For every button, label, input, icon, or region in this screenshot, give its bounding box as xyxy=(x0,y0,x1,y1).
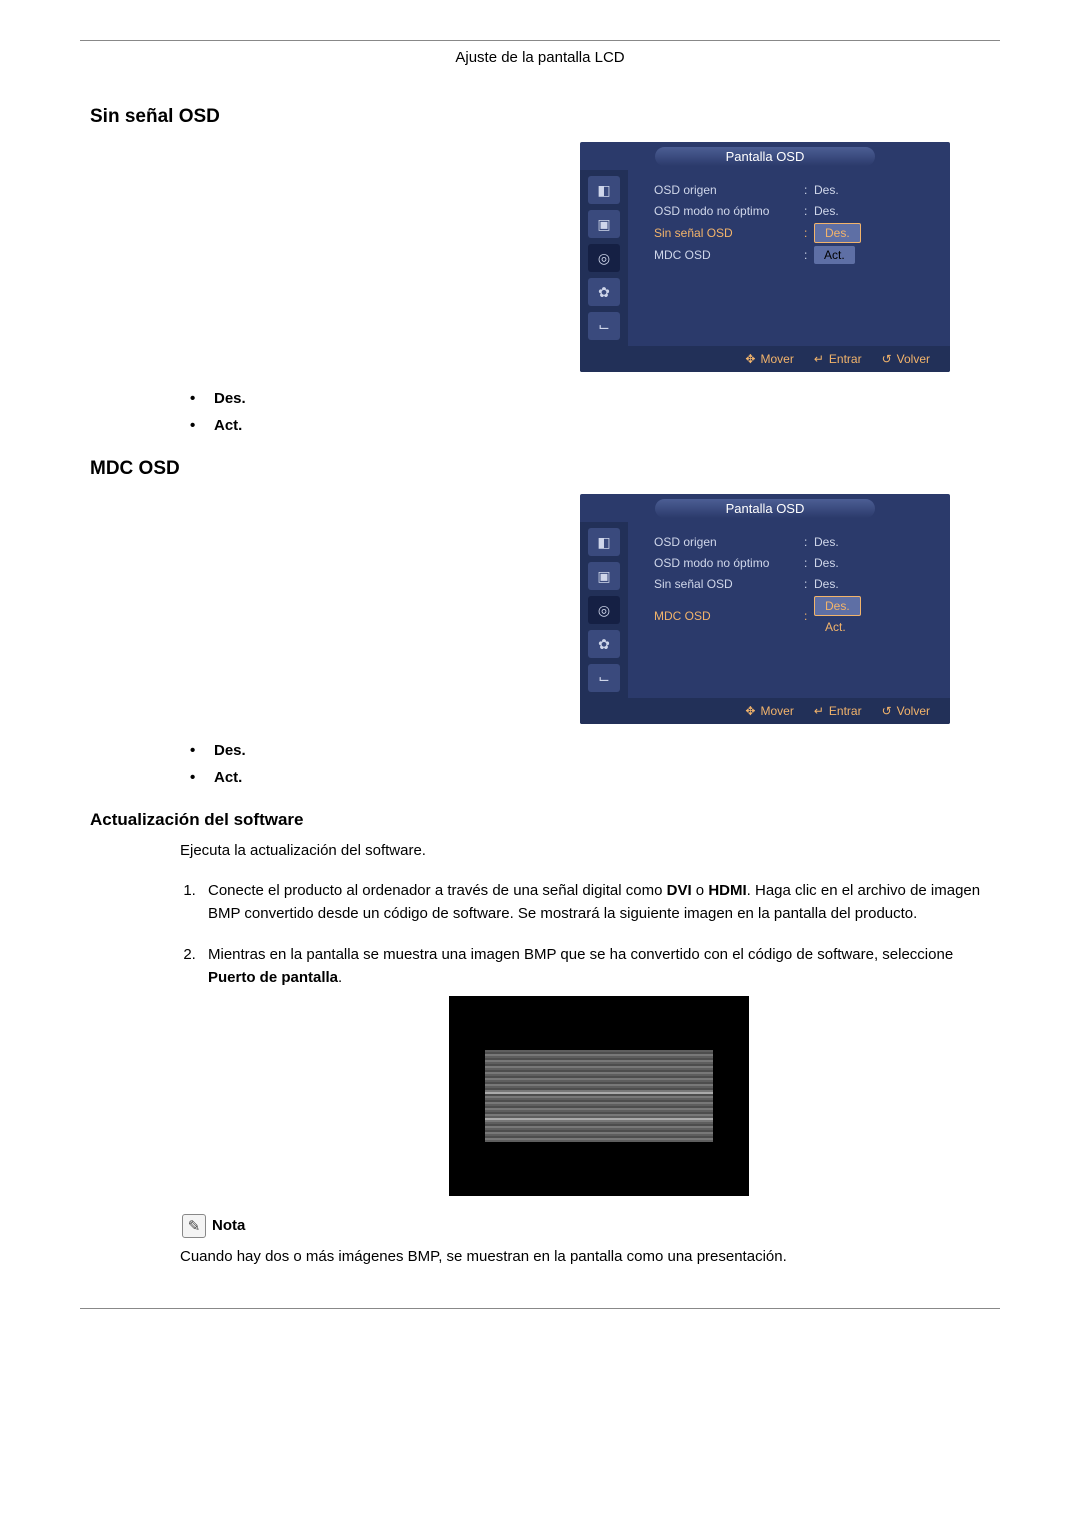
osd-footer-mover: ✥Mover xyxy=(745,352,793,366)
note-icon: ✎ xyxy=(182,1214,206,1238)
osd-panel-sin-senal: Pantalla OSD ◧ ▣ ◎ ✿ ⌙ OSD origen : Des. xyxy=(580,142,950,372)
move-icon: ✥ xyxy=(745,352,755,366)
heading-sin-senal-osd: Sin señal OSD xyxy=(90,106,990,128)
osd-footer-entrar: ↵Entrar xyxy=(814,704,862,718)
osd-row-origen[interactable]: OSD origen : Des. xyxy=(654,181,936,199)
osd-row-sin-senal[interactable]: Sin señal OSD : Des. xyxy=(654,575,936,593)
osd-icon-osd[interactable]: ◎ xyxy=(588,596,620,624)
bullet-des: Des. xyxy=(190,742,990,759)
bullet-list-mdc: Des. Act. xyxy=(90,742,990,786)
bullet-list-sin-senal: Des. Act. xyxy=(90,390,990,434)
enter-icon: ↵ xyxy=(814,352,824,366)
software-screen-image xyxy=(449,996,749,1196)
step-2: Mientras en la pantalla se muestra una i… xyxy=(200,943,990,1196)
osd-icon-column: ◧ ▣ ◎ ✿ ⌙ xyxy=(580,522,628,698)
software-steps: Conecte el producto al ordenador a travé… xyxy=(90,879,990,1196)
osd-icon-multi[interactable]: ⌙ xyxy=(588,312,620,340)
step-1: Conecte el producto al ordenador a travé… xyxy=(200,879,990,926)
osd-row-modo[interactable]: OSD modo no óptimo : Des. xyxy=(654,554,936,572)
osd-icon-picture[interactable]: ▣ xyxy=(588,210,620,238)
page-header: Ajuste de la pantalla LCD xyxy=(80,49,1000,66)
page: Ajuste de la pantalla LCD Sin señal OSD … xyxy=(80,0,1000,1369)
osd-row-mdc[interactable]: MDC OSD : Des. Act. xyxy=(654,596,936,636)
osd-icon-multi[interactable]: ⌙ xyxy=(588,664,620,692)
bullet-act: Act. xyxy=(190,417,990,434)
bullet-des: Des. xyxy=(190,390,990,407)
note-label: Nota xyxy=(212,1217,245,1234)
osd-footer-volver: ↺Volver xyxy=(882,352,930,366)
heading-mdc-osd: MDC OSD xyxy=(90,458,990,480)
osd-menu: OSD origen : Des. OSD modo no óptimo : D… xyxy=(628,522,950,698)
osd-icon-input[interactable]: ◧ xyxy=(588,528,620,556)
return-icon: ↺ xyxy=(882,704,892,718)
osd-icon-setup[interactable]: ✿ xyxy=(588,278,620,306)
osd-title: Pantalla OSD xyxy=(655,147,875,166)
osd-footer-volver: ↺Volver xyxy=(882,704,930,718)
return-icon: ↺ xyxy=(882,352,892,366)
osd-icon-osd[interactable]: ◎ xyxy=(588,244,620,272)
divider-bottom xyxy=(80,1308,1000,1309)
osd-row-modo[interactable]: OSD modo no óptimo : Des. xyxy=(654,202,936,220)
osd-row-sin-senal[interactable]: Sin señal OSD : Des. xyxy=(654,223,936,243)
heading-actualizacion-software: Actualización del software xyxy=(90,810,990,830)
osd-title: Pantalla OSD xyxy=(655,499,875,518)
bullet-act: Act. xyxy=(190,769,990,786)
osd-footer-mover: ✥Mover xyxy=(745,704,793,718)
osd-footer: ✥Mover ↵Entrar ↺Volver xyxy=(580,346,950,372)
software-intro: Ejecuta la actualización del software. xyxy=(90,840,990,863)
move-icon: ✥ xyxy=(745,704,755,718)
osd-icon-column: ◧ ▣ ◎ ✿ ⌙ xyxy=(580,170,628,346)
enter-icon: ↵ xyxy=(814,704,824,718)
osd-icon-input[interactable]: ◧ xyxy=(588,176,620,204)
osd-panel-mdc: Pantalla OSD ◧ ▣ ◎ ✿ ⌙ OSD origen : Des. xyxy=(580,494,950,724)
osd-menu: OSD origen : Des. OSD modo no óptimo : D… xyxy=(628,170,950,346)
note-text: Cuando hay dos o más imágenes BMP, se mu… xyxy=(90,1246,990,1269)
osd-row-mdc[interactable]: MDC OSD : Act. xyxy=(654,246,936,264)
osd-footer: ✥Mover ↵Entrar ↺Volver xyxy=(580,698,950,724)
osd-icon-setup[interactable]: ✿ xyxy=(588,630,620,658)
osd-footer-entrar: ↵Entrar xyxy=(814,352,862,366)
osd-row-origen[interactable]: OSD origen : Des. xyxy=(654,533,936,551)
osd-icon-picture[interactable]: ▣ xyxy=(588,562,620,590)
divider-top xyxy=(80,40,1000,41)
